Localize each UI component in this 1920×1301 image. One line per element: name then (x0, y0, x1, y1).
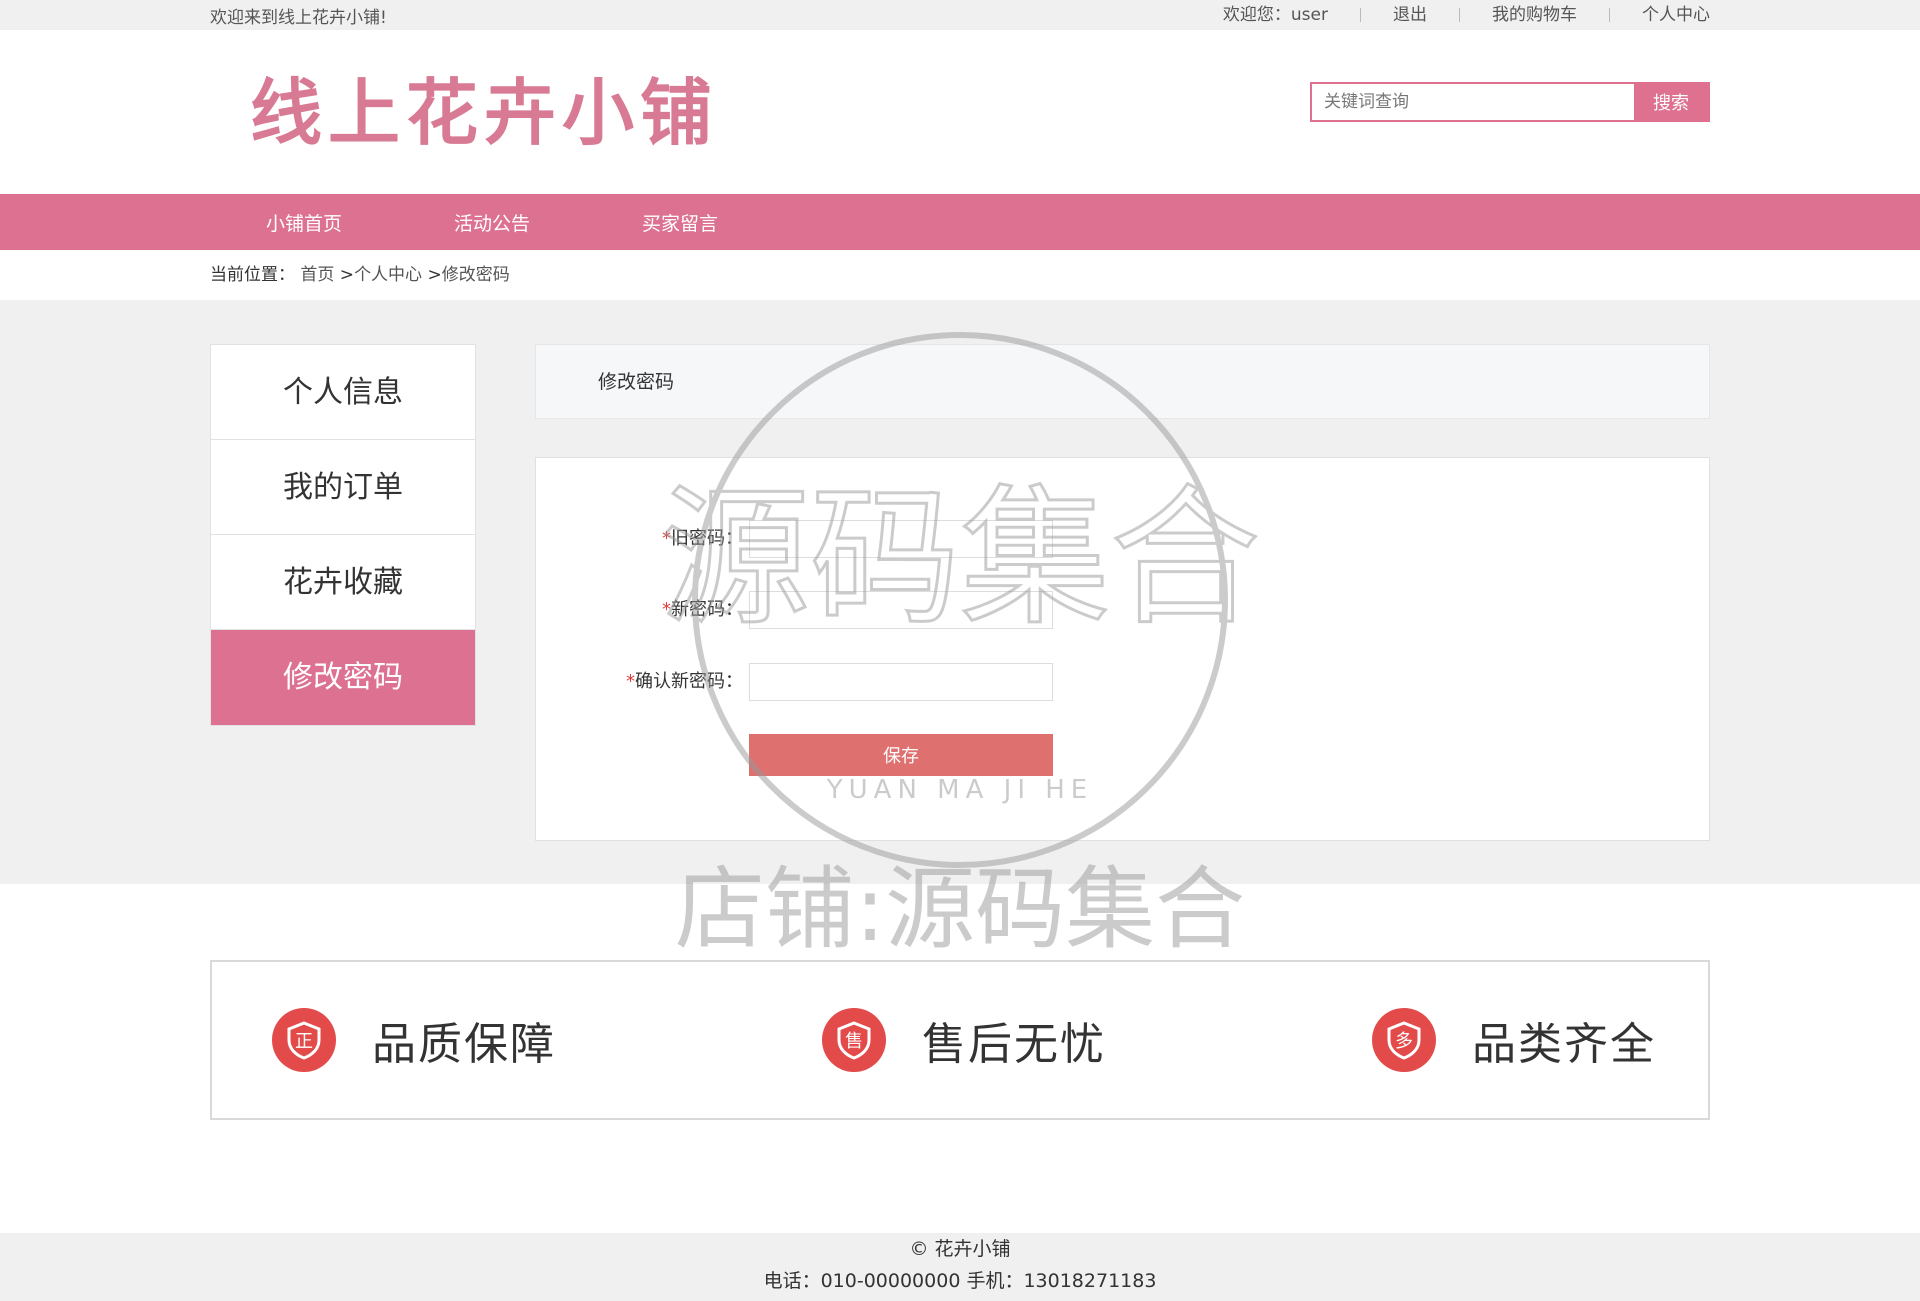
site-logo[interactable]: 线上花卉小铺 (250, 60, 730, 160)
svg-text:正: 正 (295, 1031, 313, 1052)
footer-contact: 电话：010-00000000 手机：13018271183 (763, 1270, 1157, 1292)
old-password-label: *旧密码： (662, 528, 743, 549)
breadcrumb-current: 修改密码 (441, 265, 510, 285)
change-password-form: *旧密码： *新密码： *确认新密码： 保存 (535, 457, 1710, 841)
breadcrumb-center[interactable]: 个人中心 (354, 265, 422, 285)
main-nav: 小铺首页 活动公告 买家留言 (0, 194, 1920, 250)
user-greeting: 欢迎您：user (1223, 7, 1361, 24)
top-bar: 欢迎来到线上花卉小铺! 欢迎您：user 退出 我的购物车 个人中心 (0, 0, 1920, 30)
panel-title: 修改密码 (535, 344, 1710, 419)
sidebar: 个人信息 我的订单 花卉收藏 修改密码 (210, 344, 476, 726)
feature-quality-text: 品质保障 (372, 1019, 556, 1070)
welcome-text: 欢迎来到线上花卉小铺! (210, 7, 387, 28)
confirm-password-label: *确认新密码： (626, 671, 743, 692)
cart-link[interactable]: 我的购物车 (1460, 7, 1610, 24)
old-password-row: *旧密码： (536, 520, 1711, 558)
feature-after-sales-text: 售后无忧 (922, 1019, 1106, 1070)
breadcrumb-home[interactable]: 首页 (300, 265, 334, 285)
sidebar-item-change-password[interactable]: 修改密码 (211, 630, 475, 725)
feature-variety-text: 品类齐全 (1472, 1019, 1656, 1070)
svg-text:售: 售 (845, 1031, 863, 1052)
search-box: 搜索 (1310, 82, 1710, 122)
after-sales-shield-icon: 售 (822, 1008, 886, 1072)
feature-variety: 多 品类齐全 (1372, 962, 1656, 1118)
sidebar-item-favorites[interactable]: 花卉收藏 (211, 535, 475, 630)
breadcrumb-separator: > (422, 265, 442, 285)
save-button[interactable]: 保存 (749, 734, 1053, 776)
new-password-row: *新密码： (536, 591, 1711, 629)
new-password-field[interactable] (749, 591, 1053, 629)
footer: © 花卉小铺 电话：010-00000000 手机：13018271183 (0, 1233, 1920, 1301)
nav-item-home[interactable]: 小铺首页 (210, 209, 398, 236)
required-mark: * (662, 599, 671, 620)
feature-quality: 正 品质保障 (272, 962, 556, 1118)
sidebar-item-orders[interactable]: 我的订单 (211, 440, 475, 535)
required-mark: * (662, 528, 671, 549)
breadcrumb-separator: > (334, 265, 355, 285)
features-banner: 正 品质保障 售 售后无忧 多 品类齐全 (210, 960, 1710, 1120)
logout-link[interactable]: 退出 (1361, 7, 1460, 24)
feature-after-sales: 售 售后无忧 (822, 962, 1106, 1118)
search-button[interactable]: 搜索 (1634, 84, 1708, 120)
breadcrumb-label: 当前位置： (210, 265, 295, 285)
confirm-password-field[interactable] (749, 663, 1053, 701)
footer-copyright: © 花卉小铺 (909, 1238, 1011, 1260)
breadcrumb: 当前位置： 首页 >个人中心 >修改密码 (0, 250, 1920, 300)
nav-item-messages[interactable]: 买家留言 (586, 209, 774, 236)
sidebar-item-profile[interactable]: 个人信息 (211, 345, 475, 440)
svg-text:线上花卉小铺: 线上花卉小铺 (250, 70, 718, 155)
variety-shield-icon: 多 (1372, 1008, 1436, 1072)
required-mark: * (626, 671, 635, 692)
user-center-link[interactable]: 个人中心 (1610, 7, 1710, 24)
main-content: 个人信息 我的订单 花卉收藏 修改密码 修改密码 *旧密码： *新密码： *确认… (0, 300, 1920, 884)
confirm-password-row: *确认新密码： (536, 663, 1711, 701)
nav-item-announcements[interactable]: 活动公告 (398, 209, 586, 236)
svg-text:多: 多 (1395, 1031, 1413, 1052)
search-input[interactable] (1312, 84, 1634, 120)
quality-shield-icon: 正 (272, 1008, 336, 1072)
new-password-label: *新密码： (662, 599, 743, 620)
old-password-field[interactable] (749, 520, 1053, 558)
header: 线上花卉小铺 搜索 (0, 30, 1920, 194)
